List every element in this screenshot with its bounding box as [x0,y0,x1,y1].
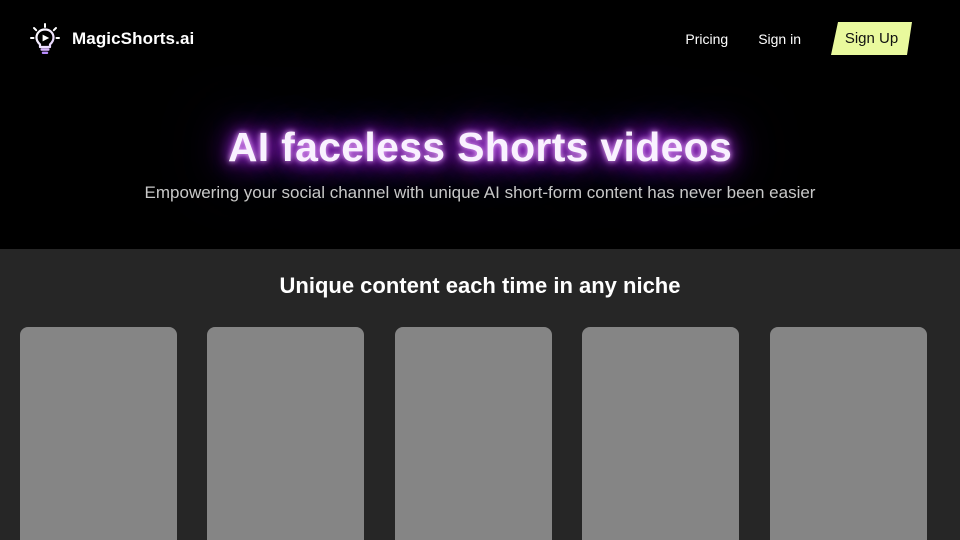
video-card-1[interactable] [20,327,177,540]
brand-name: MagicShorts.ai [72,29,195,48]
video-card-3[interactable] [395,327,552,540]
video-card-5[interactable] [770,327,927,540]
gallery-title: Unique content each time in any niche [279,273,681,298]
signup-button[interactable]: Sign Up [831,22,912,55]
nav-pricing-link[interactable]: Pricing [685,31,728,47]
nav-signin-link[interactable]: Sign in [758,31,801,47]
hero-subtitle: Empowering your social channel with uniq… [144,183,816,202]
video-card-2[interactable] [207,327,364,540]
hero-title: AI faceless Shorts videos [227,124,733,170]
video-card-4[interactable] [582,327,739,540]
hero-section: MagicShorts.ai Pricing Sign in Sign Up A… [0,0,960,249]
gallery-section: Unique content each time in any niche [0,249,960,540]
lightbulb-play-icon [30,23,60,54]
brand-logo-link[interactable]: MagicShorts.ai [30,22,194,56]
top-nav: Pricing Sign in Sign Up [685,22,912,55]
